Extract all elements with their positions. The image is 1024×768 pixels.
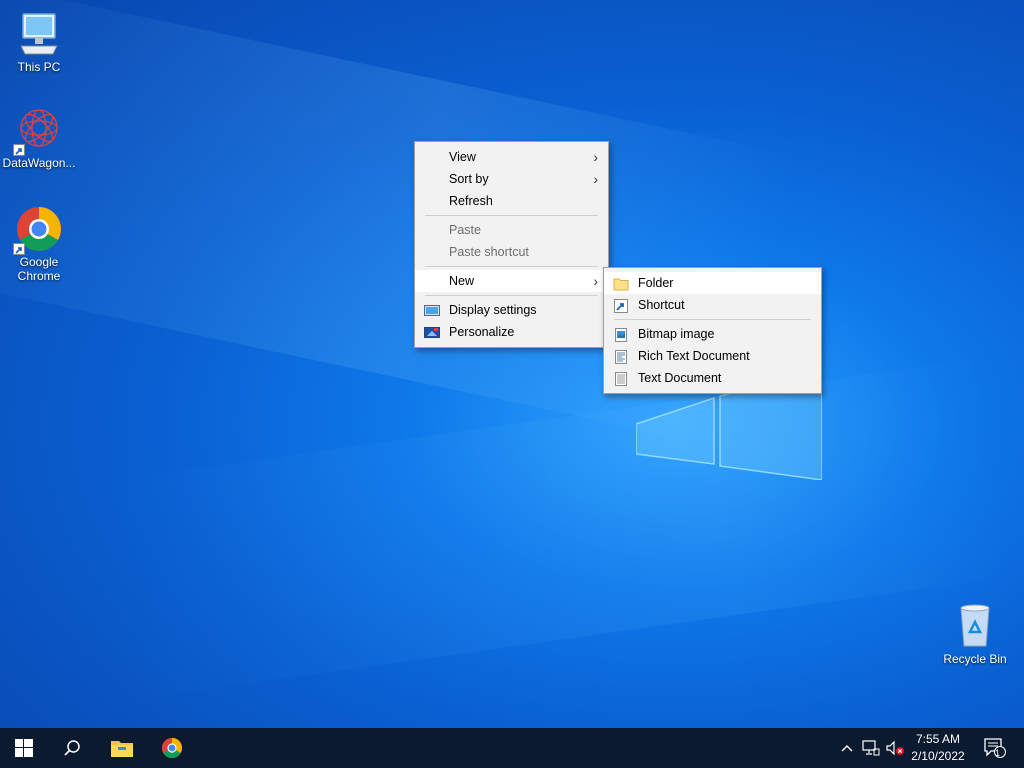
windows-wallpaper-logo [636,380,822,480]
menu-separator [425,295,598,296]
menu-item-refresh[interactable]: Refresh [415,190,608,212]
search-button[interactable] [48,728,96,768]
menu-item-label: Display settings [449,303,537,317]
desktop-icon-label: This PC [17,60,61,74]
taskbar-chrome[interactable] [148,728,196,768]
wallpaper-light-beam [89,358,1011,702]
submenu-item-rich-text-document[interactable]: Rich Text Document [604,345,821,367]
submenu-item-bitmap-image[interactable]: Bitmap image [604,323,821,345]
menu-item-new[interactable]: New › [415,270,608,292]
menu-separator [425,266,598,267]
chevron-right-icon: › [593,273,598,289]
desktop-icon-label: Google Chrome [17,255,61,283]
menu-item-personalize[interactable]: Personalize [415,321,608,343]
personalize-icon [424,325,440,339]
taskbar: 7:55 AM 2/10/2022 1 [0,728,1024,768]
menu-item-label: Shortcut [638,298,685,312]
action-center-button[interactable]: 1 [980,728,1010,768]
file-explorer-icon [111,741,133,757]
chevron-up-icon [841,745,853,752]
menu-item-label: View [449,150,476,164]
display-settings-icon [424,303,440,317]
chevron-right-icon: › [593,171,598,187]
shortcut-icon [613,298,629,313]
desktop-icon-google-chrome[interactable]: Google Chrome [0,205,79,283]
menu-item-label: Paste shortcut [449,245,529,259]
menu-item-paste-shortcut: Paste shortcut [415,241,608,263]
taskbar-file-explorer[interactable] [98,728,146,768]
taskbar-clock[interactable]: 7:55 AM 2/10/2022 [898,731,978,765]
bitmap-icon [613,327,629,342]
clock-date: 2/10/2022 [911,749,965,763]
desktop-icon-label: Recycle Bin [943,652,1007,666]
menu-item-label: Bitmap image [638,327,715,341]
menu-item-label: Paste [449,223,481,237]
desktop-icon-this-pc[interactable]: This PC [0,10,79,74]
chevron-right-icon: › [593,149,598,165]
menu-item-label: Rich Text Document [638,349,750,363]
menu-item-display-settings[interactable]: Display settings [415,299,608,321]
desktop-icon-label: DataWagon... [2,156,76,170]
desktop-context-menu: View › Sort by › Refresh Paste Paste sho… [414,141,609,348]
menu-item-label: Personalize [449,325,515,339]
windows-start-icon [15,739,33,757]
menu-item-label: Sort by [449,172,489,186]
menu-item-label: Folder [638,276,674,290]
shortcut-arrow-icon [13,243,25,255]
rich-text-icon [613,349,629,364]
menu-item-view[interactable]: View › [415,146,608,168]
menu-item-paste: Paste [415,219,608,241]
start-button[interactable] [0,728,48,768]
menu-separator [614,319,811,320]
folder-icon [613,276,629,291]
chrome-icon [13,205,63,255]
clock-time: 7:55 AM [915,732,961,746]
menu-item-label: Text Document [638,371,722,385]
menu-separator [425,215,598,216]
notification-count-badge: 1 [995,748,1001,758]
desktop-icon-recycle-bin[interactable]: Recycle Bin [935,602,1015,666]
shortcut-arrow-icon [13,144,25,156]
chrome-icon [161,737,183,759]
text-document-icon [613,371,629,386]
show-hidden-icons-button[interactable] [838,728,856,768]
search-icon [64,740,80,756]
menu-item-sort-by[interactable]: Sort by › [415,168,608,190]
menu-item-label: Refresh [449,194,493,208]
datawagon-icon [13,106,63,156]
network-button[interactable] [860,728,882,768]
desktop-icon-datawagon[interactable]: DataWagon... [0,106,79,170]
menu-item-label: New [449,274,475,288]
submenu-item-folder[interactable]: Folder [604,272,821,294]
computer-icon [15,10,63,58]
network-icon [862,740,880,756]
recycle-bin-icon [951,602,999,650]
submenu-item-shortcut[interactable]: Shortcut [604,294,821,316]
new-submenu: Folder Shortcut Bitmap image Rich Text D… [603,267,822,394]
submenu-item-text-document[interactable]: Text Document [604,367,821,389]
